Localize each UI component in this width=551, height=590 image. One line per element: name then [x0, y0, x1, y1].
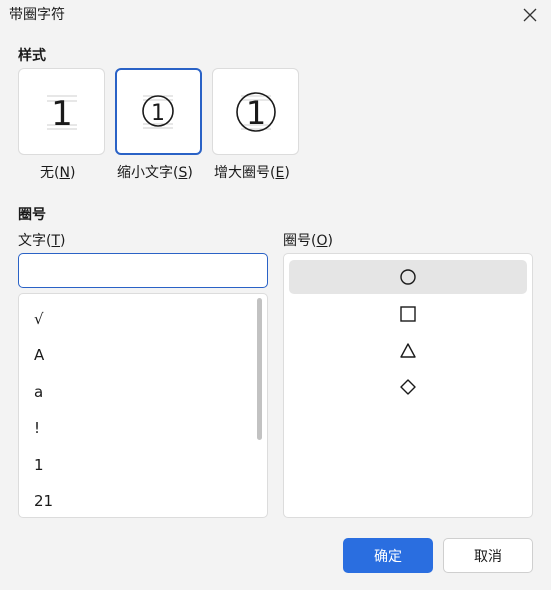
svg-text:1: 1: [151, 101, 165, 126]
list-item[interactable]: a: [34, 383, 43, 401]
close-icon[interactable]: [523, 8, 537, 22]
title-bar: 带圈字符: [0, 0, 551, 30]
shape-item-diamond[interactable]: [289, 370, 527, 404]
style-section-label: 样式: [18, 48, 46, 64]
dialog-title: 带圈字符: [9, 7, 65, 23]
text-list-scrollbar[interactable]: [257, 298, 262, 440]
text-field-label: 文字(T): [18, 233, 66, 249]
style-shrink-preview: 1: [142, 95, 174, 129]
circle-icon: [400, 269, 416, 285]
square-icon: [400, 306, 416, 322]
cancel-button[interactable]: 取消: [443, 538, 533, 573]
style-none-glyph: 1: [51, 94, 73, 134]
triangle-icon: [400, 343, 416, 358]
list-item[interactable]: 21: [34, 492, 53, 510]
list-item[interactable]: 1: [34, 456, 44, 474]
shape-item-square[interactable]: [289, 297, 527, 331]
style-shrink-text-label[interactable]: 缩小文字(S): [117, 162, 193, 182]
close-button[interactable]: [519, 4, 541, 26]
style-enlarge-preview: 1: [236, 92, 276, 132]
style-enlarge-circle-label[interactable]: 增大圈号(E): [214, 162, 290, 182]
list-item[interactable]: A: [34, 346, 44, 364]
svg-text:1: 1: [246, 94, 266, 132]
enclosure-section-label: 圈号: [18, 207, 46, 223]
style-option-enlarge-circle[interactable]: 1: [212, 68, 299, 155]
shape-item-triangle[interactable]: [289, 334, 527, 368]
text-input[interactable]: [18, 253, 268, 288]
shape-item-circle[interactable]: [289, 260, 527, 294]
text-list[interactable]: √ A a ! 1 21: [18, 293, 268, 518]
diamond-icon: [400, 379, 416, 395]
style-option-shrink-text[interactable]: 1: [115, 68, 202, 155]
shape-field-label: 圈号(O): [283, 233, 333, 249]
list-item[interactable]: !: [34, 419, 40, 437]
list-item[interactable]: √: [34, 310, 44, 328]
style-none-label[interactable]: 无(N): [40, 162, 75, 182]
shape-list[interactable]: [283, 253, 533, 518]
style-none-preview: 1: [47, 94, 77, 134]
ok-button[interactable]: 确定: [343, 538, 433, 573]
style-option-none[interactable]: 1: [18, 68, 105, 155]
